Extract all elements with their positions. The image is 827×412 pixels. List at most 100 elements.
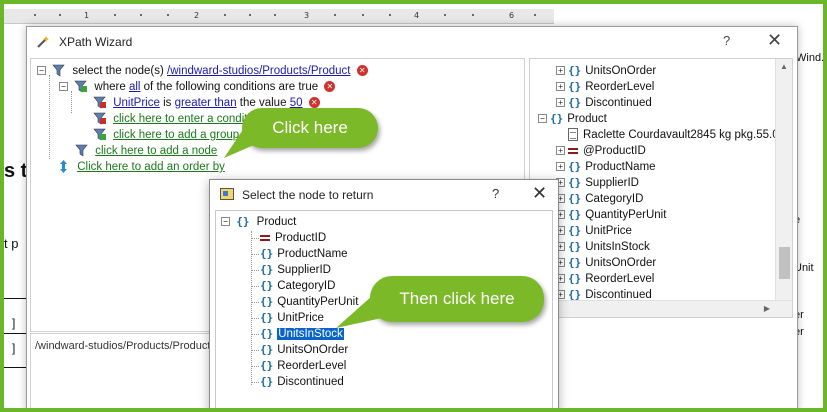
expand-toggle[interactable]: +	[556, 98, 565, 108]
doc-text-fragment: t p	[4, 236, 19, 251]
filter-icon	[52, 65, 65, 78]
data-tree-item[interactable]: +{} ProductName	[556, 159, 656, 175]
scroll-up-icon[interactable]: ▲	[780, 62, 788, 71]
element-icon: {}	[260, 295, 274, 308]
tree-node-categoryid[interactable]: {} CategoryID	[251, 278, 335, 294]
xpath-output: /windward-studios/Products/Product	[35, 340, 211, 352]
wizard-title: XPath Wizard	[59, 35, 133, 49]
where-row: − where all of the following conditions …	[59, 79, 336, 95]
where-all-link[interactable]: all	[129, 81, 141, 93]
dialog-title: Select the node to return	[242, 188, 374, 202]
tree-node-label: SupplierID	[277, 264, 331, 276]
data-tree-item[interactable]: +{} UnitPrice	[556, 223, 632, 239]
collapse-toggle[interactable]: −	[221, 217, 230, 227]
filter-icon	[75, 145, 88, 158]
tree-node-reorderlevel[interactable]: {} ReorderLevel	[251, 358, 346, 374]
delete-icon[interactable]: ✕	[356, 65, 368, 77]
attribute-icon	[260, 234, 270, 241]
ruler-number: 1	[84, 11, 90, 20]
tree-node-label: UnitPrice	[277, 312, 324, 324]
select-path-link[interactable]: /windward-studios/Products/Product	[167, 65, 350, 77]
tree-node-supplierid[interactable]: {} SupplierID	[251, 262, 331, 278]
data-tree-item[interactable]: +{} CategoryID	[556, 191, 643, 207]
data-tree-item[interactable]: +{} UnitsInStock	[556, 239, 650, 255]
tree-node-productid[interactable]: ProductID	[251, 230, 326, 246]
condition-field-link[interactable]: UnitPrice	[113, 97, 160, 109]
tree-node-productname[interactable]: {} ProductName	[251, 246, 348, 262]
tree-node-unitprice[interactable]: {} UnitPrice	[251, 310, 324, 326]
expand-toggle[interactable]: +	[556, 146, 565, 156]
tree-node-label: UnitsOnOrder	[277, 344, 349, 356]
sort-arrows-icon	[60, 160, 67, 174]
ruler: 1 2 3 4 6	[4, 9, 554, 24]
data-tree-item[interactable]: Raclette Courdavault2845 kg pkg.55.00	[556, 127, 785, 143]
element-icon: {}	[550, 112, 564, 125]
scrollbar-thumb[interactable]	[779, 247, 790, 279]
doc-table-cell: ]	[12, 316, 16, 330]
scroll-right-icon[interactable]: ▶	[764, 304, 770, 313]
element-icon: {}	[568, 224, 582, 237]
dialog-close-button[interactable]: ✕	[532, 183, 547, 204]
condition-operator-link[interactable]: greater than	[175, 97, 237, 109]
tree-node-discontinued[interactable]: {} Discontinued	[251, 374, 344, 390]
element-icon: {}	[568, 208, 582, 221]
delete-icon[interactable]: ✕	[308, 97, 320, 109]
element-icon: {}	[568, 272, 582, 285]
element-icon: {}	[568, 176, 582, 189]
ruler-number: 4	[414, 11, 420, 20]
collapse-toggle[interactable]: −	[37, 66, 46, 76]
ruler-number: 3	[304, 11, 310, 20]
tree-node-unitsonorder[interactable]: {} UnitsOnOrder	[251, 342, 349, 358]
add-group-link[interactable]: click here to add a group	[113, 129, 239, 141]
select-row: − select the node(s) /windward-studios/P…	[37, 63, 368, 79]
add-order-by-link[interactable]: Click here to add an order by	[77, 161, 225, 173]
element-icon: {}	[260, 343, 274, 356]
expand-toggle[interactable]: +	[556, 82, 565, 92]
xpath-output-pane: /windward-studios/Products/Product	[30, 333, 210, 408]
data-tree-item[interactable]: +{} Discontinued	[556, 95, 652, 111]
element-icon: {}	[260, 279, 274, 292]
attribute-icon	[568, 147, 578, 154]
element-icon: {}	[568, 64, 582, 77]
collapse-toggle[interactable]: −	[538, 114, 547, 124]
data-tree-label: CategoryID	[585, 193, 644, 205]
collapse-toggle[interactable]: −	[59, 82, 68, 92]
data-tree-item[interactable]: + @ProductID	[556, 143, 646, 159]
data-tree-item[interactable]: +{} UnitsOnOrder	[556, 63, 656, 79]
where-label: where	[94, 81, 126, 93]
add-node-link[interactable]: click here to add a node	[95, 145, 217, 157]
vertical-scrollbar[interactable]: ▲	[775, 59, 792, 317]
data-tree-label: SupplierID	[585, 177, 639, 189]
expand-toggle[interactable]: +	[556, 162, 565, 172]
tree-node-label: ProductName	[277, 248, 348, 260]
filter-add-icon	[74, 81, 88, 94]
tree-root[interactable]: − {} Product	[221, 214, 296, 230]
data-tree-item[interactable]: −{} Product	[538, 111, 607, 127]
callout-text: Then click here	[399, 289, 515, 308]
data-tree-item[interactable]: +{} ReorderLevel	[556, 79, 654, 95]
data-tree-item[interactable]: +{} SupplierID	[556, 175, 639, 191]
element-icon: {}	[260, 311, 274, 324]
text-node-icon	[568, 128, 578, 142]
element-icon: {}	[568, 80, 582, 93]
add-condition-link[interactable]: click here to enter a conditi	[113, 113, 250, 125]
data-tree-label: ReorderLevel	[585, 273, 655, 285]
add-condition-row: click here to enter a conditi	[93, 111, 250, 127]
doc-table-fragment	[4, 298, 28, 368]
where-suffix: of the following conditions are true	[143, 81, 319, 93]
horizontal-scrollbar[interactable]: ◀ ▶	[530, 300, 792, 317]
delete-icon[interactable]: ✕	[324, 81, 336, 93]
condition-icon	[93, 97, 106, 110]
dialog-help-button[interactable]: ?	[492, 186, 499, 201]
wizard-close-button[interactable]: ✕	[767, 30, 782, 51]
screenshot-frame: 1 2 3 4 6 s t t p ] ] Wind.S e Unit er e…	[4, 4, 823, 408]
add-order-row: Click here to add an order by	[57, 159, 225, 175]
element-icon: {}	[260, 247, 274, 260]
element-icon: {}	[260, 263, 274, 276]
data-tree-item[interactable]: +{} ReorderLevel	[556, 271, 654, 287]
wizard-help-button[interactable]: ?	[723, 33, 730, 48]
tree-node-unitsinstock[interactable]: {} UnitsInStock	[251, 326, 344, 342]
data-tree-item[interactable]: +{} QuantityPerUnit	[556, 207, 666, 223]
data-tree-item[interactable]: +{} UnitsOnOrder	[556, 255, 656, 271]
expand-toggle[interactable]: +	[556, 66, 565, 76]
